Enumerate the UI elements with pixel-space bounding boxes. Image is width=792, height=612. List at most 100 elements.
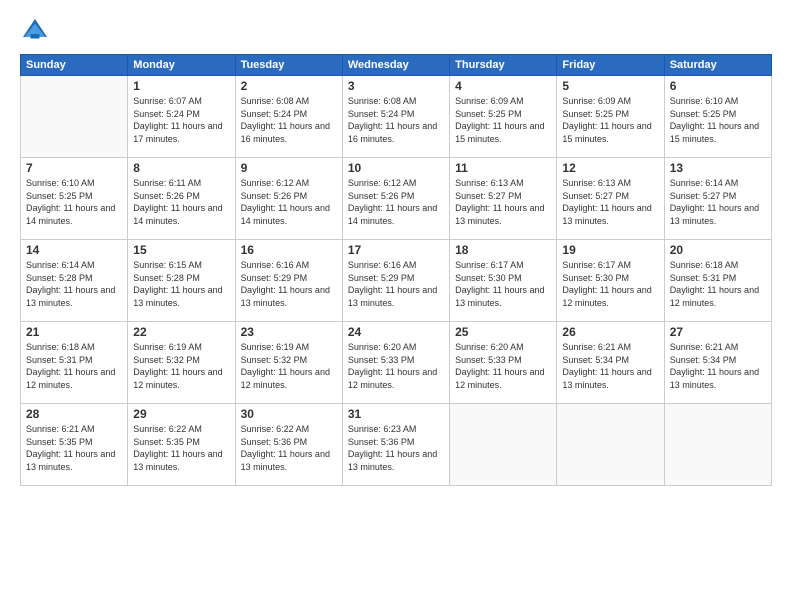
header-day-wednesday: Wednesday (342, 55, 449, 76)
logo-icon (20, 16, 50, 46)
calendar-cell: 25 Sunrise: 6:20 AMSunset: 5:33 PMDayligh… (450, 322, 557, 404)
day-info: Sunrise: 6:14 AMSunset: 5:28 PMDaylight:… (26, 259, 122, 309)
calendar-cell: 28 Sunrise: 6:21 AMSunset: 5:35 PMDayligh… (21, 404, 128, 486)
day-info: Sunrise: 6:19 AMSunset: 5:32 PMDaylight:… (241, 341, 337, 391)
calendar-cell: 7 Sunrise: 6:10 AMSunset: 5:25 PMDaylight… (21, 158, 128, 240)
week-row-3: 14 Sunrise: 6:14 AMSunset: 5:28 PMDayligh… (21, 240, 772, 322)
day-info: Sunrise: 6:23 AMSunset: 5:36 PMDaylight:… (348, 423, 444, 473)
calendar-cell: 18 Sunrise: 6:17 AMSunset: 5:30 PMDayligh… (450, 240, 557, 322)
calendar-table: SundayMondayTuesdayWednesdayThursdayFrid… (20, 54, 772, 486)
calendar-cell: 2Sunrise: 6:08 AMSunset: 5:24 PMDaylight… (235, 76, 342, 158)
calendar-cell: 13Sunrise: 6:14 AMSunset: 5:27 PMDayligh… (664, 158, 771, 240)
day-info: Sunrise: 6:17 AMSunset: 5:30 PMDaylight:… (455, 259, 551, 309)
day-info: Sunrise: 6:21 AMSunset: 5:34 PMDaylight:… (562, 341, 658, 391)
week-row-1: 1Sunrise: 6:07 AMSunset: 5:24 PMDaylight… (21, 76, 772, 158)
week-row-5: 28 Sunrise: 6:21 AMSunset: 5:35 PMDayligh… (21, 404, 772, 486)
day-number: 7 (26, 161, 122, 175)
day-number: 8 (133, 161, 229, 175)
day-info: Sunrise: 6:18 AMSunset: 5:31 PMDaylight:… (26, 341, 122, 391)
day-number: 22 (133, 325, 229, 339)
calendar-cell: 31 Sunrise: 6:23 AMSunset: 5:36 PMDayligh… (342, 404, 449, 486)
day-info: Sunrise: 6:09 AMSunset: 5:25 PMDaylight:… (562, 95, 658, 145)
day-number: 25 (455, 325, 551, 339)
calendar-header: SundayMondayTuesdayWednesdayThursdayFrid… (21, 55, 772, 76)
header-day-saturday: Saturday (664, 55, 771, 76)
day-number: 15 (133, 243, 229, 257)
day-number: 4 (455, 79, 551, 93)
calendar-cell (21, 76, 128, 158)
calendar-cell: 30 Sunrise: 6:22 AMSunset: 5:36 PMDayligh… (235, 404, 342, 486)
calendar-cell: 12 Sunrise: 6:13 AMSunset: 5:27 PMDayligh… (557, 158, 664, 240)
day-info: Sunrise: 6:21 AMSunset: 5:34 PMDaylight:… (670, 341, 766, 391)
day-info: Sunrise: 6:19 AMSunset: 5:32 PMDaylight:… (133, 341, 229, 391)
calendar-cell: 3 Sunrise: 6:08 AMSunset: 5:24 PMDaylight… (342, 76, 449, 158)
day-number: 23 (241, 325, 337, 339)
day-number: 29 (133, 407, 229, 421)
week-row-4: 21 Sunrise: 6:18 AMSunset: 5:31 PMDayligh… (21, 322, 772, 404)
day-number: 11 (455, 161, 551, 175)
day-info: Sunrise: 6:20 AMSunset: 5:33 PMDaylight:… (455, 341, 551, 391)
calendar-cell: 1Sunrise: 6:07 AMSunset: 5:24 PMDaylight… (128, 76, 235, 158)
day-number: 16 (241, 243, 337, 257)
day-number: 30 (241, 407, 337, 421)
day-number: 27 (670, 325, 766, 339)
calendar-cell: 5 Sunrise: 6:09 AMSunset: 5:25 PMDaylight… (557, 76, 664, 158)
day-number: 24 (348, 325, 444, 339)
calendar-cell: 10 Sunrise: 6:12 AMSunset: 5:26 PMDayligh… (342, 158, 449, 240)
calendar-cell: 4Sunrise: 6:09 AMSunset: 5:25 PMDaylight… (450, 76, 557, 158)
calendar-cell: 21 Sunrise: 6:18 AMSunset: 5:31 PMDayligh… (21, 322, 128, 404)
calendar-cell: 26 Sunrise: 6:21 AMSunset: 5:34 PMDayligh… (557, 322, 664, 404)
day-info: Sunrise: 6:21 AMSunset: 5:35 PMDaylight:… (26, 423, 122, 473)
calendar-cell (557, 404, 664, 486)
day-number: 5 (562, 79, 658, 93)
day-info: Sunrise: 6:18 AMSunset: 5:31 PMDaylight:… (670, 259, 766, 309)
calendar-cell: 20 Sunrise: 6:18 AMSunset: 5:31 PMDayligh… (664, 240, 771, 322)
calendar-cell: 29 Sunrise: 6:22 AMSunset: 5:35 PMDayligh… (128, 404, 235, 486)
day-info: Sunrise: 6:20 AMSunset: 5:33 PMDaylight:… (348, 341, 444, 391)
day-info: Sunrise: 6:17 AMSunset: 5:30 PMDaylight:… (562, 259, 658, 309)
day-number: 13 (670, 161, 766, 175)
header-row: SundayMondayTuesdayWednesdayThursdayFrid… (21, 55, 772, 76)
page: SundayMondayTuesdayWednesdayThursdayFrid… (0, 0, 792, 612)
day-number: 28 (26, 407, 122, 421)
day-number: 20 (670, 243, 766, 257)
header-day-monday: Monday (128, 55, 235, 76)
day-number: 21 (26, 325, 122, 339)
calendar-body: 1Sunrise: 6:07 AMSunset: 5:24 PMDaylight… (21, 76, 772, 486)
day-number: 2 (241, 79, 337, 93)
day-info: Sunrise: 6:08 AMSunset: 5:24 PMDaylight:… (348, 95, 444, 145)
day-info: Sunrise: 6:22 AMSunset: 5:36 PMDaylight:… (241, 423, 337, 473)
day-info: Sunrise: 6:10 AMSunset: 5:25 PMDaylight:… (26, 177, 122, 227)
calendar-cell: 19 Sunrise: 6:17 AMSunset: 5:30 PMDayligh… (557, 240, 664, 322)
calendar-cell: 11Sunrise: 6:13 AMSunset: 5:27 PMDayligh… (450, 158, 557, 240)
calendar-cell: 23 Sunrise: 6:19 AMSunset: 5:32 PMDayligh… (235, 322, 342, 404)
day-info: Sunrise: 6:16 AMSunset: 5:29 PMDaylight:… (348, 259, 444, 309)
day-number: 10 (348, 161, 444, 175)
day-info: Sunrise: 6:15 AMSunset: 5:28 PMDaylight:… (133, 259, 229, 309)
day-info: Sunrise: 6:12 AMSunset: 5:26 PMDaylight:… (241, 177, 337, 227)
calendar-cell: 15 Sunrise: 6:15 AMSunset: 5:28 PMDayligh… (128, 240, 235, 322)
day-info: Sunrise: 6:12 AMSunset: 5:26 PMDaylight:… (348, 177, 444, 227)
calendar-cell: 16 Sunrise: 6:16 AMSunset: 5:29 PMDayligh… (235, 240, 342, 322)
day-number: 19 (562, 243, 658, 257)
day-number: 26 (562, 325, 658, 339)
day-info: Sunrise: 6:07 AMSunset: 5:24 PMDaylight:… (133, 95, 229, 145)
calendar-cell: 24 Sunrise: 6:20 AMSunset: 5:33 PMDayligh… (342, 322, 449, 404)
day-info: Sunrise: 6:22 AMSunset: 5:35 PMDaylight:… (133, 423, 229, 473)
header (20, 16, 772, 46)
header-day-tuesday: Tuesday (235, 55, 342, 76)
day-number: 12 (562, 161, 658, 175)
calendar-cell: 14 Sunrise: 6:14 AMSunset: 5:28 PMDayligh… (21, 240, 128, 322)
day-info: Sunrise: 6:16 AMSunset: 5:29 PMDaylight:… (241, 259, 337, 309)
day-info: Sunrise: 6:13 AMSunset: 5:27 PMDaylight:… (562, 177, 658, 227)
day-number: 3 (348, 79, 444, 93)
day-info: Sunrise: 6:11 AMSunset: 5:26 PMDaylight:… (133, 177, 229, 227)
day-number: 18 (455, 243, 551, 257)
calendar-cell: 8 Sunrise: 6:11 AMSunset: 5:26 PMDaylight… (128, 158, 235, 240)
day-number: 14 (26, 243, 122, 257)
day-number: 31 (348, 407, 444, 421)
logo (20, 16, 54, 46)
calendar-cell: 9Sunrise: 6:12 AMSunset: 5:26 PMDaylight… (235, 158, 342, 240)
header-day-sunday: Sunday (21, 55, 128, 76)
day-number: 17 (348, 243, 444, 257)
